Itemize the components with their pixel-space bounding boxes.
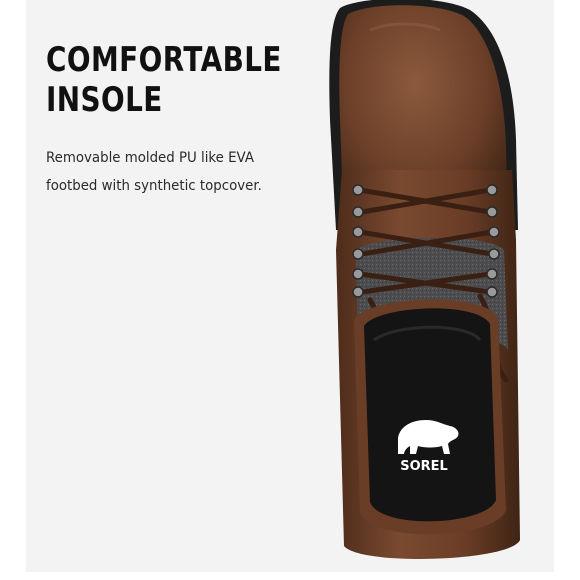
product-feature-card: COMFORTABLE INSOLE Removable molded PU l… bbox=[0, 0, 580, 580]
boot-image: SOREL bbox=[329, 0, 520, 559]
feature-description: Removable molded PU like EVA footbed wit… bbox=[46, 144, 294, 200]
feature-description-line-2: footbed with synthetic topcover. bbox=[46, 178, 262, 194]
feature-title-line-1: COMFORTABLE bbox=[46, 40, 282, 80]
brand-logo-text: SOREL bbox=[400, 459, 448, 474]
feature-title: COMFORTABLE INSOLE bbox=[46, 40, 282, 120]
boot-insole bbox=[354, 299, 506, 535]
feature-title-line-2: INSOLE bbox=[46, 80, 163, 120]
feature-description-line-1: Removable molded PU like EVA bbox=[46, 150, 254, 166]
